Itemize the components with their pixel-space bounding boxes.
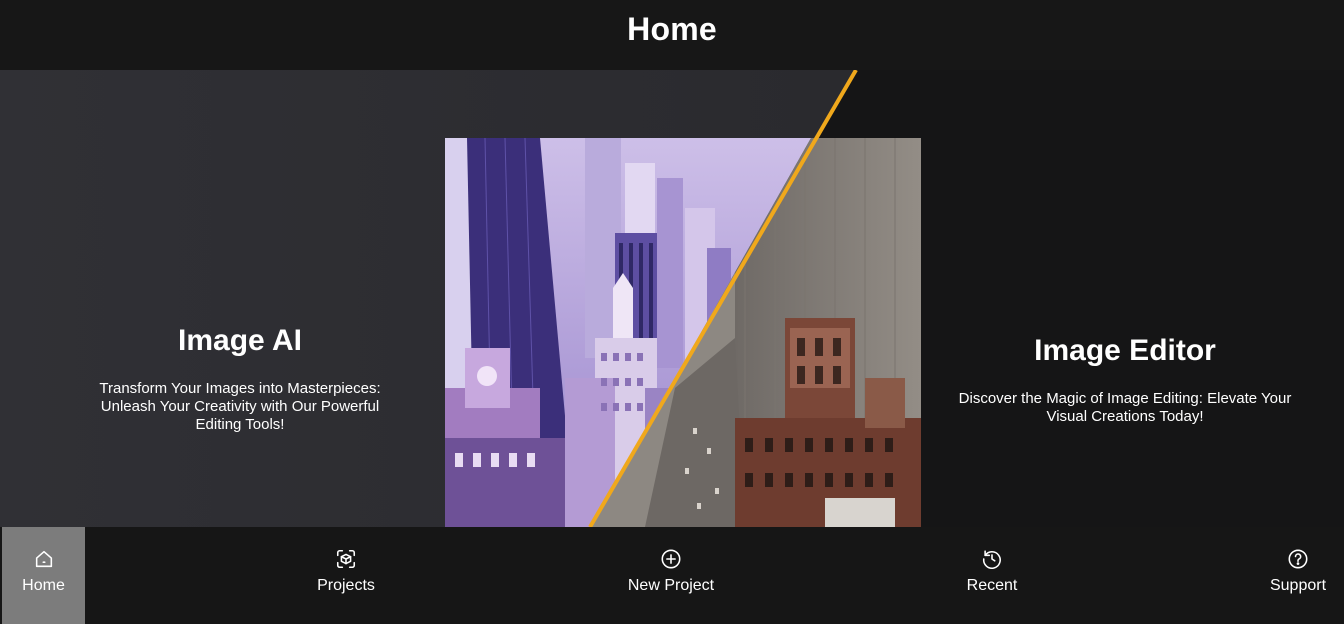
nav-recent[interactable]: Recent [956, 527, 1028, 624]
home-icon [32, 547, 56, 571]
help-circle-icon [1286, 547, 1310, 571]
nav-new-project[interactable]: New Project [620, 527, 722, 624]
nav-projects[interactable]: Projects [306, 527, 386, 624]
nav-projects-label: Projects [317, 577, 375, 594]
nav-home[interactable]: Home [2, 527, 85, 624]
nav-recent-label: Recent [966, 577, 1018, 594]
page-title: Home [627, 10, 717, 47]
nav-support-label: Support [1269, 577, 1327, 594]
diagonal-divider [588, 70, 858, 527]
bottom-navigation: Home Projects New Project Recent Support [0, 527, 1344, 624]
app-window: Home Image AI Transform Your Images into… [0, 0, 1344, 624]
history-icon [980, 547, 1004, 571]
nav-home-label: Home [22, 577, 65, 594]
nav-new-project-label: New Project [627, 577, 715, 594]
plus-circle-icon [659, 547, 683, 571]
projects-icon [334, 547, 358, 571]
nav-support[interactable]: Support [1262, 527, 1334, 624]
top-header: Home [0, 0, 1344, 70]
